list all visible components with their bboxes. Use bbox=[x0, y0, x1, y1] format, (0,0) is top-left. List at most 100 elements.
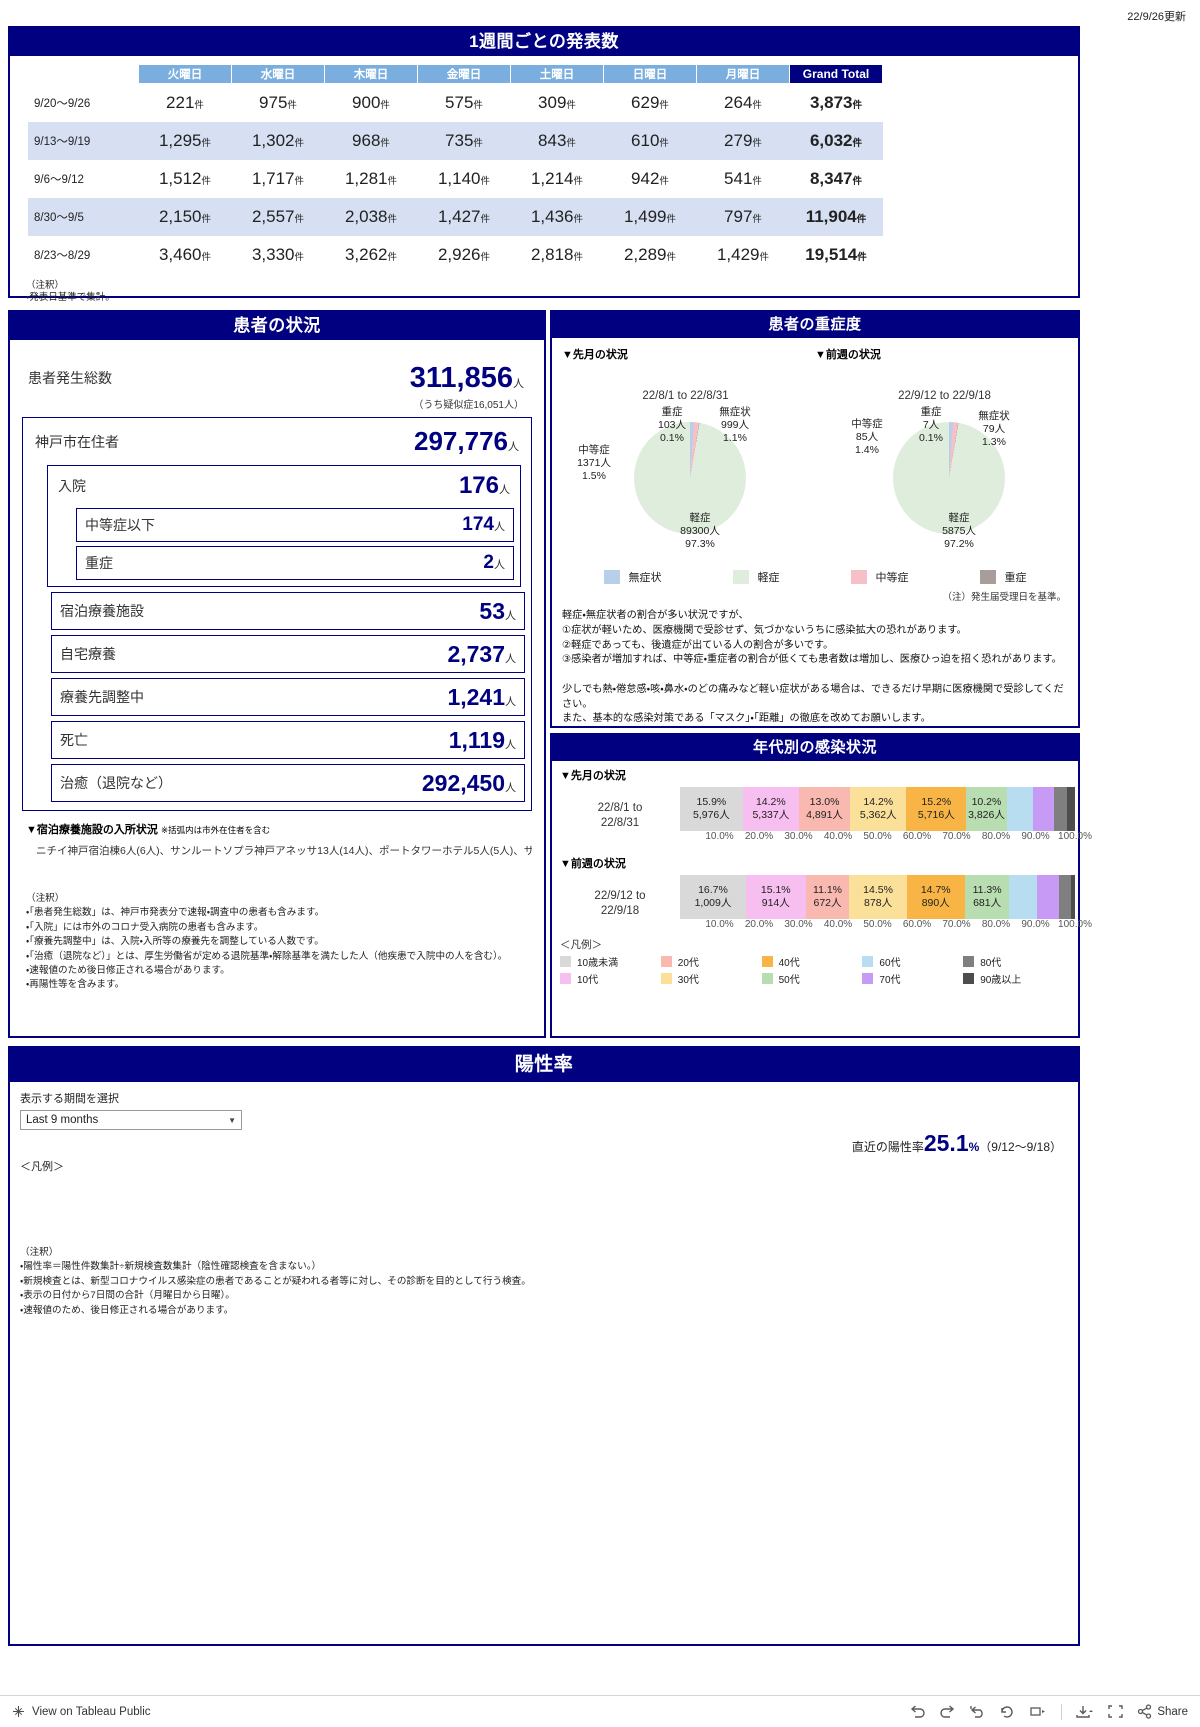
age-segment-percent: 11.1% bbox=[813, 883, 843, 896]
fullscreen-button[interactable] bbox=[1107, 1704, 1124, 1719]
recovered-label: 治癒（退院など） bbox=[60, 775, 172, 791]
weekly-row-label: 8/30〜9/5 bbox=[28, 198, 139, 236]
hospital-group: 入院 176人 中等症以下 174人 重症 2人 bbox=[47, 465, 521, 587]
legend-label: 中等症 bbox=[875, 572, 909, 584]
legend-swatch-icon bbox=[660, 956, 672, 967]
view-on-tableau-public-button[interactable]: View on Tableau Public bbox=[12, 1705, 151, 1718]
weekly-row-label: 8/23〜8/29 bbox=[34, 250, 91, 262]
redo-button[interactable] bbox=[939, 1704, 956, 1719]
share-label: Share bbox=[1157, 1705, 1188, 1718]
weekly-col-wed: 水曜日 bbox=[231, 64, 325, 84]
deaths-row: 死亡 1,119人 bbox=[51, 721, 525, 759]
age-segment-percent: 10.2% bbox=[971, 795, 1002, 808]
latest-positivity-rate: 直近の陽性率25.1%（9/12〜9/18） bbox=[852, 1130, 1062, 1157]
severity-label-mild-left: 軽症 89300人 97.3% bbox=[680, 512, 720, 550]
pause-button[interactable] bbox=[1029, 1704, 1048, 1719]
table-row: 8/30〜9/5 2,150件 2,557件 2,038件 1,427件 1,436件 1,… bbox=[28, 198, 883, 236]
resident-label: 神戸市在住者 bbox=[35, 433, 119, 450]
patient-status-title: 患者の状況 bbox=[10, 312, 544, 340]
table-row: 9/13〜9/19 1,295件 1,302件 968件 735件 843件 610件 279… bbox=[28, 122, 883, 160]
download-button[interactable] bbox=[1075, 1704, 1094, 1719]
toolbar-divider bbox=[1061, 1703, 1063, 1720]
severity-label-mild-right: 軽症 5875人 97.2% bbox=[942, 512, 976, 550]
home-care-label: 自宅療養 bbox=[60, 646, 116, 662]
legend-label: 80代 bbox=[980, 958, 1002, 969]
note-line: ・表示の日付から7日間の合計（月曜日から日曜）。 bbox=[20, 1290, 235, 1302]
weekly-cell: 1,295件 bbox=[138, 122, 232, 160]
resident-group: 神戸市在住者 297,776人 入院 176人 中等症以下 174人 重症 2人 bbox=[22, 417, 532, 811]
severity-panel-title: 患者の重症度 bbox=[552, 312, 1078, 338]
age-distribution-panel: 年代別の感染状況 ▼先月の状況 22/8/1 to 22/8/31 15.9% 5,… bbox=[550, 733, 1092, 1038]
dashboard-page: 22/9/26更新 1週間ごとの発表数 火曜日 水曜日 木曜日 金曜日 土曜日 … bbox=[0, 0, 1200, 1727]
weekly-cell: 1,302件 bbox=[231, 122, 325, 160]
weekly-cell: 2,818件 bbox=[530, 245, 584, 264]
legend-item: 60代 bbox=[862, 954, 959, 969]
legend-item: 70代 bbox=[862, 971, 959, 986]
positivity-legend-title: ＜凡例＞ bbox=[20, 1161, 64, 1173]
axis-tick-label: 70.0% bbox=[942, 831, 971, 842]
age-segment-percent: 14.2% bbox=[755, 795, 786, 808]
table-row: 8/23〜8/29 3,460件 3,330件 3,262件 2,926件 2,818件 2… bbox=[28, 236, 883, 274]
weekly-col-tue: 火曜日 bbox=[138, 64, 232, 84]
patient-total-sub: （うち疑似症16,051人） bbox=[413, 400, 524, 411]
age-bar-segment: 14.5% 878人 bbox=[849, 875, 907, 919]
age-segment-percent: 16.7% bbox=[698, 883, 728, 896]
weekly-panel-title: 1週間ごとの発表数 bbox=[10, 28, 1078, 56]
age-segment-percent: 15.9% bbox=[696, 795, 727, 808]
weekly-cell: 610件 bbox=[603, 122, 697, 160]
toolbar-actions: Share bbox=[909, 1703, 1188, 1720]
severity-pie-last-week: 22/9/12 to 22/9/18 重症 7人 0.1% 無症状 79人 1.3% 中… bbox=[815, 362, 1074, 567]
moderate-or-below-row: 中等症以下 174人 bbox=[76, 508, 514, 542]
axis-tick-label: 40.0% bbox=[823, 831, 853, 842]
revert-button[interactable] bbox=[969, 1704, 986, 1719]
legend-swatch-icon bbox=[761, 973, 773, 984]
age-segment-percent: 14.2% bbox=[863, 795, 894, 808]
note-line: ・新規検査とは、新型コロナウイルス感染症の患者であることが疑われる者等に対し、そ… bbox=[20, 1275, 531, 1287]
positivity-panel-title: 陽性率 bbox=[10, 1048, 1078, 1082]
facility-status-heading-note: ※括弧内は市外在住者を含む bbox=[160, 825, 271, 835]
note-line: （注釈） bbox=[20, 1247, 59, 1258]
age-bar-segment bbox=[1006, 787, 1033, 831]
weekly-cell: 942件 bbox=[631, 169, 669, 188]
lodging-label: 宿泊療養施設 bbox=[60, 603, 144, 619]
weekly-row-label: 9/20〜9/26 bbox=[34, 97, 91, 110]
lodging-row: 宿泊療養施設 53人 bbox=[51, 592, 525, 630]
last-updated-label: 22/9/26更新 bbox=[1127, 11, 1186, 23]
weekly-cell: 541件 bbox=[724, 169, 762, 188]
weekly-cell: 1,436件 bbox=[510, 198, 604, 236]
age-panel-title: 年代別の感染状況 bbox=[552, 735, 1078, 761]
age-last-week-subhead: ▼前週の状況 bbox=[560, 858, 626, 870]
axis-tick-label: 10.0% bbox=[705, 919, 734, 930]
severity-pie-last-month: 22/8/1 to 22/8/31 重症 103人 0.1% 無症状 999人 1.1%… bbox=[556, 362, 815, 567]
legend-swatch-icon bbox=[732, 570, 749, 584]
view-on-tableau-public-label: View on Tableau Public bbox=[32, 1705, 151, 1718]
legend-swatch-icon bbox=[862, 956, 874, 967]
weekly-cell: 1,214件 bbox=[530, 169, 584, 188]
positivity-notes: （注釈） ・陽性率＝陽性件数集計÷新規検査数集計（陰性確認検査を含まない。） ・新規… bbox=[20, 1246, 1068, 1318]
age-segment-count: 681人 bbox=[973, 897, 1002, 909]
age-bar-segment: 11.3% 681人 bbox=[964, 875, 1010, 919]
legend-label: 90歳以上 bbox=[980, 975, 1022, 986]
age-bar-segment bbox=[1070, 875, 1075, 919]
age-bar-segment: 10.2% 3,826人 bbox=[966, 787, 1007, 831]
weekly-col-grand-total: Grand Total bbox=[789, 64, 883, 84]
weekly-announcements-panel: 1週間ごとの発表数 火曜日 水曜日 木曜日 金曜日 土曜日 日曜日 月曜日 Gr… bbox=[8, 26, 1080, 303]
share-button[interactable]: Share bbox=[1137, 1704, 1188, 1719]
period-select[interactable]: Last 9 months ▼ bbox=[20, 1110, 242, 1130]
refresh-button[interactable] bbox=[999, 1704, 1016, 1719]
age-segment-percent: 15.1% bbox=[760, 883, 791, 896]
weekly-corner-cell bbox=[28, 65, 139, 84]
axis-tick-label: 60.0% bbox=[902, 919, 932, 930]
age-bar-last-month: 15.9% 5,976人 14.2% 5,337人 13.0% 4,891人 14.2% 5,… bbox=[680, 787, 1075, 831]
weekly-total-cell: 8,347件 bbox=[809, 169, 863, 188]
legend-label: 40代 bbox=[778, 958, 800, 969]
age-segment-percent: 14.5% bbox=[863, 883, 893, 896]
positivity-select-label: 表示する期間を選択 bbox=[20, 1093, 119, 1105]
weekly-row-label: 9/13〜9/19 bbox=[28, 122, 139, 160]
age-legend-title: ＜凡例＞ bbox=[560, 939, 602, 951]
severity-label-asymptomatic-left: 無症状 999人 1.1% bbox=[719, 406, 751, 444]
legend-item: 10歳未満 bbox=[560, 954, 657, 969]
severe-row: 重症 2人 bbox=[76, 546, 514, 580]
undo-button[interactable] bbox=[909, 1704, 926, 1719]
legend-swatch-icon bbox=[603, 570, 620, 584]
